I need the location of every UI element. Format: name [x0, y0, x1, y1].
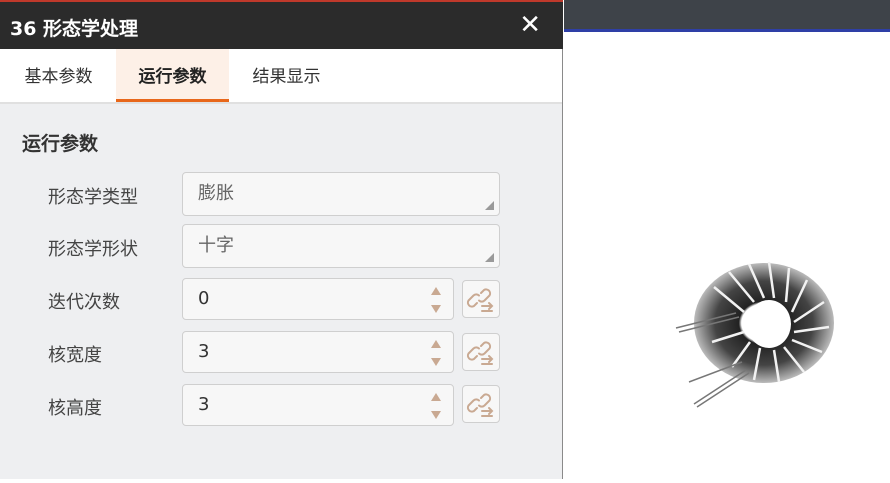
dropdown-grip-icon [485, 253, 494, 262]
morph-type-value: 膨胀 [198, 183, 234, 204]
link-param-button[interactable] [462, 385, 500, 423]
tab-basic-params[interactable]: 基本参数 [2, 49, 115, 102]
kernel-width-value: 3 [198, 341, 210, 362]
dialog-title: 36 形态学处理 [10, 18, 139, 40]
section-title: 运行参数 [22, 133, 99, 155]
iterations-input[interactable]: 0 [182, 278, 454, 320]
morph-shape-select[interactable]: 十字 [182, 224, 500, 268]
morph-shape-value: 十字 [198, 235, 234, 256]
kernel-height-input[interactable]: 3 [182, 384, 454, 426]
kernel-height-value: 3 [198, 394, 210, 415]
morphology-dialog: 36 形态学处理 ✕ 基本参数 运行参数 结果显示 运行参数 形态学类型 膨胀 … [0, 0, 563, 479]
link-icon [466, 341, 494, 365]
image-view[interactable] [564, 32, 890, 479]
link-icon [466, 393, 494, 417]
tab-result-display[interactable]: 结果显示 [230, 49, 343, 102]
kernel-height-label: 核高度 [48, 398, 102, 419]
toroid-coil-image [675, 261, 834, 408]
kernel-width-input[interactable]: 3 [182, 331, 454, 373]
dialog-titlebar: 36 形态学处理 ✕ [0, 0, 563, 49]
spinner-icon[interactable] [431, 340, 441, 366]
link-param-button[interactable] [462, 280, 500, 318]
link-param-button[interactable] [462, 333, 500, 371]
iterations-label: 迭代次数 [48, 292, 120, 313]
morph-type-select[interactable]: 膨胀 [182, 172, 500, 216]
dropdown-grip-icon [485, 201, 494, 210]
spinner-icon[interactable] [431, 287, 441, 313]
tab-bar: 基本参数 运行参数 结果显示 [0, 49, 562, 104]
iterations-value: 0 [198, 288, 210, 309]
spinner-icon[interactable] [431, 393, 441, 419]
morph-shape-label: 形态学形状 [48, 239, 138, 260]
link-icon [466, 288, 494, 312]
close-icon[interactable]: ✕ [519, 10, 541, 40]
image-view-toolbar [564, 0, 890, 29]
kernel-width-label: 核宽度 [48, 345, 102, 366]
tab-run-params[interactable]: 运行参数 [116, 49, 229, 102]
morph-type-label: 形态学类型 [48, 187, 138, 208]
